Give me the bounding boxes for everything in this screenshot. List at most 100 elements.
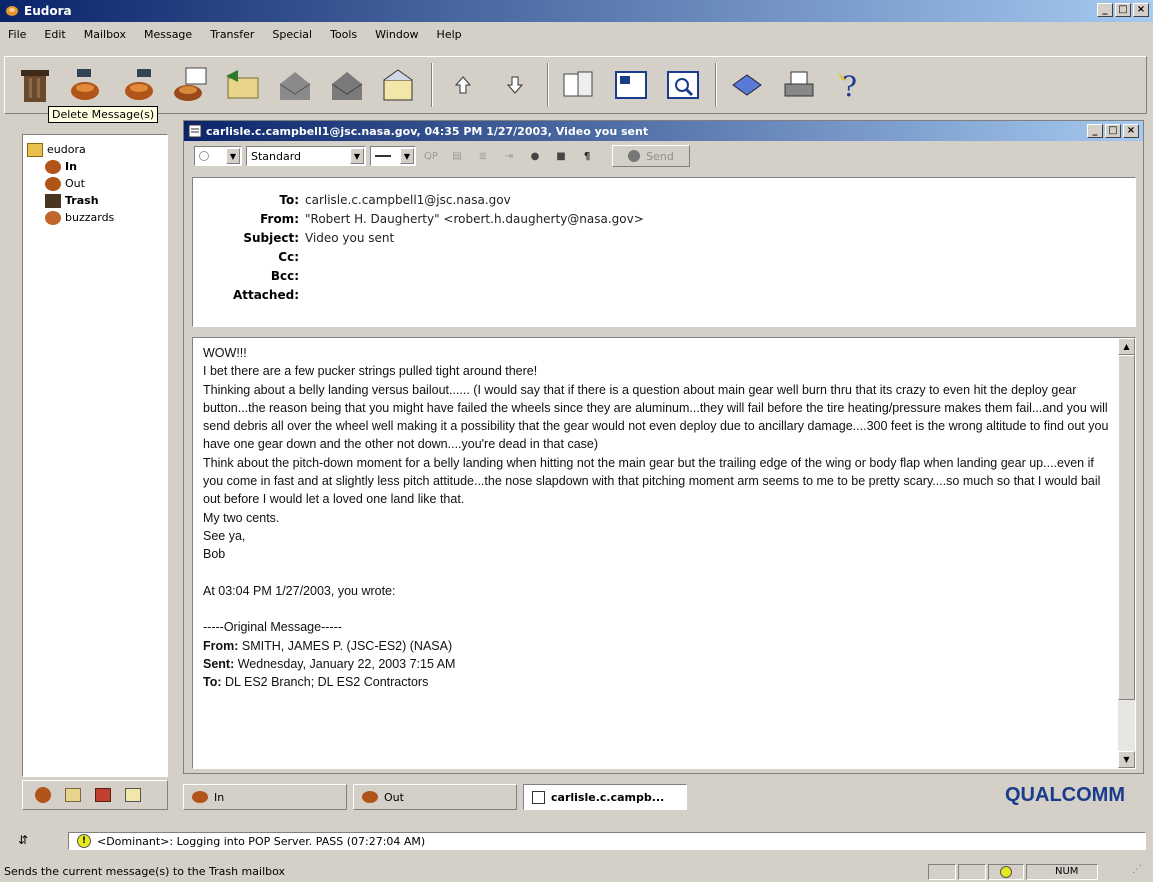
message-body[interactable]: WOW!!! I bet there are a few pucker stri…	[192, 337, 1136, 769]
trash-can-icon	[21, 70, 49, 102]
next-message-button[interactable]	[495, 65, 535, 105]
orig-from-value: SMITH, JAMES P. (JSC-ES2) (NASA)	[241, 638, 453, 653]
maximize-button[interactable]: □	[1115, 3, 1131, 17]
window-tab-message[interactable]: carlisle.c.campb...	[523, 784, 687, 810]
body-line: Bob	[203, 547, 226, 562]
header-cc: Cc:	[193, 247, 1135, 266]
status-cell	[928, 864, 956, 880]
mailbox-icon	[35, 787, 51, 803]
check-spelling-button[interactable]	[727, 65, 767, 105]
message-close-button[interactable]: ×	[1123, 124, 1139, 138]
tree-item-out[interactable]: Out	[23, 175, 167, 192]
mailbox-out-icon	[125, 69, 153, 100]
menu-help[interactable]: Help	[435, 27, 464, 42]
menu-mailbox[interactable]: Mailbox	[82, 27, 128, 42]
print-button[interactable]	[779, 65, 819, 105]
menu-tools[interactable]: Tools	[328, 27, 359, 42]
scroll-up-icon[interactable]: ▲	[1118, 338, 1135, 355]
reply-all-button[interactable]	[275, 65, 315, 105]
send-icon	[628, 150, 641, 162]
signature-combo[interactable]: ▼	[370, 146, 416, 166]
menu-transfer[interactable]: Transfer	[208, 27, 256, 42]
previous-message-button[interactable]	[443, 65, 483, 105]
svg-text:?: ?	[842, 70, 857, 102]
mailbox-in-icon	[71, 69, 99, 100]
to-field[interactable]: carlisle.c.campbell1@jsc.nasa.gov	[305, 193, 511, 207]
task-status-field[interactable]: ! <Dominant>: Logging into POP Server. P…	[68, 832, 1146, 850]
header-from: From: "Robert H. Daugherty" <robert.h.da…	[193, 209, 1135, 228]
quoted-printable-button[interactable]: QP	[420, 146, 442, 166]
check-mail-button[interactable]	[67, 65, 107, 105]
resize-grip[interactable]: ⋰	[1132, 864, 1148, 880]
keep-copy-icon: ●	[530, 150, 540, 162]
find-icon	[667, 71, 699, 99]
text-as-attachment-button[interactable]: ▤	[446, 146, 468, 166]
stationery-tab[interactable]	[91, 783, 115, 807]
from-field[interactable]: "Robert H. Daugherty" <robert.h.daughert…	[305, 212, 644, 226]
menu-window[interactable]: Window	[373, 27, 420, 42]
tree-item-trash[interactable]: Trash	[23, 192, 167, 209]
scroll-down-icon[interactable]: ▼	[1118, 751, 1135, 768]
message-headers: To: carlisle.c.campbell1@jsc.nasa.gov Fr…	[192, 177, 1136, 327]
menu-message[interactable]: Message	[142, 27, 194, 42]
menu-edit[interactable]: Edit	[42, 27, 67, 42]
close-button[interactable]: ×	[1133, 3, 1149, 17]
files-tab[interactable]	[61, 783, 85, 807]
attach-file-button[interactable]	[559, 65, 599, 105]
tree-root-eudora[interactable]: eudora	[23, 141, 167, 158]
status-bar: Sends the current message(s) to the Tras…	[0, 860, 1153, 882]
find-button[interactable]	[663, 65, 703, 105]
mailboxes-tab[interactable]	[31, 783, 55, 807]
menu-special[interactable]: Special	[270, 27, 314, 42]
reply-button[interactable]	[223, 65, 263, 105]
document-icon: ▤	[452, 150, 462, 162]
to-label: To:	[279, 192, 299, 207]
address-book-button[interactable]	[611, 65, 651, 105]
body-line: -----Original Message-----	[203, 620, 342, 635]
subject-field[interactable]: Video you sent	[305, 231, 394, 245]
app-titlebar: Eudora _ □ ×	[0, 0, 1153, 22]
mailbox-out-icon	[362, 791, 378, 803]
status-cell-alert	[988, 864, 1024, 880]
message-maximize-button[interactable]: □	[1105, 124, 1121, 138]
tree-item-in[interactable]: In	[23, 158, 167, 175]
window-tab-label: Out	[384, 790, 404, 804]
task-status-bar: ⇵ ! <Dominant>: Logging into POP Server.…	[4, 828, 1147, 852]
forward-icon	[331, 72, 363, 100]
window-tab-out[interactable]: Out	[353, 784, 517, 810]
from-label: From:	[260, 211, 299, 226]
subject-label: Subject:	[243, 230, 299, 245]
menu-file[interactable]: File	[6, 27, 28, 42]
send-queued-button[interactable]	[119, 65, 159, 105]
new-message-button[interactable]	[171, 65, 211, 105]
minimize-button[interactable]: _	[1097, 3, 1113, 17]
tabs-in-body-button[interactable]: ⇥	[498, 146, 520, 166]
header-attached: Attached:	[193, 285, 1135, 304]
mailbox-in-icon	[45, 159, 61, 174]
body-line	[203, 600, 1111, 618]
body-line: Think about the pitch-down moment for a …	[203, 455, 1101, 507]
delete-message-button[interactable]	[15, 65, 55, 105]
help-button[interactable]: ?	[831, 65, 871, 105]
priority-combo[interactable]: ▼	[194, 146, 242, 166]
show-formatting-button[interactable]: ¶	[576, 146, 598, 166]
left-pane-tabs	[22, 780, 168, 810]
send-label: Send	[646, 149, 674, 163]
signatures-tab[interactable]	[121, 783, 145, 807]
tree-item-buzzards[interactable]: buzzards	[23, 209, 167, 226]
style-combo[interactable]: Standard ▼	[246, 146, 366, 166]
signature-icon	[125, 788, 141, 802]
send-button[interactable]: Send	[612, 145, 690, 167]
forward-button[interactable]	[327, 65, 367, 105]
return-receipt-button[interactable]: ■	[550, 146, 572, 166]
word-wrap-button[interactable]: ≣	[472, 146, 494, 166]
message-minimize-button[interactable]: _	[1087, 124, 1103, 138]
redirect-button[interactable]	[379, 65, 419, 105]
scrollbar-thumb[interactable]	[1118, 355, 1135, 700]
keep-copies-button[interactable]: ●	[524, 146, 546, 166]
body-line: Thinking about a belly landing versus ba…	[203, 382, 1109, 452]
toolbar-separator	[715, 63, 717, 107]
window-tab-in[interactable]: In	[183, 784, 347, 810]
priority-circle-icon	[199, 151, 209, 161]
body-scrollbar[interactable]: ▲ ▼	[1118, 338, 1135, 768]
